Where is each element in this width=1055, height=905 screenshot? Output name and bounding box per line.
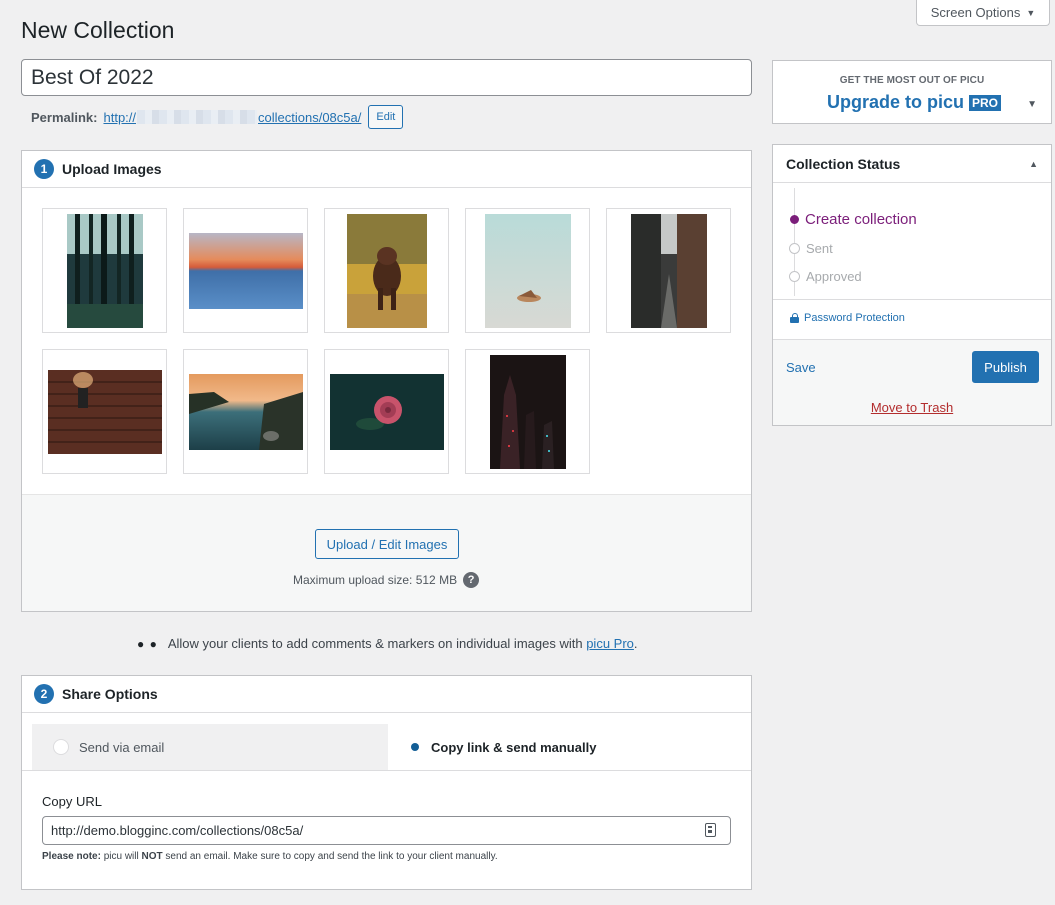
image-thumbnail[interactable] [324, 349, 449, 474]
upgrade-title-text: Upgrade to picu [827, 92, 965, 112]
rose-image [329, 373, 444, 450]
picu-pro-link[interactable]: picu Pro [586, 636, 634, 651]
password-protection-label: Password Protection [804, 312, 905, 324]
collection-title-input[interactable]: Best Of 2022 [21, 59, 752, 96]
share-body: Copy URL http://demo.blogginc.com/collec… [22, 770, 751, 889]
note-text-2: send an email. Make sure to copy and sen… [165, 851, 498, 862]
radio-checked-icon [411, 743, 419, 751]
collection-status-header[interactable]: Collection Status ▲ [773, 145, 1051, 183]
sunset-sea-image [188, 232, 303, 309]
image-thumbnail[interactable] [324, 208, 449, 333]
eyes-icon: ● ● [137, 636, 158, 651]
radio-unchecked-icon [53, 739, 69, 755]
step-number-badge: 2 [34, 684, 54, 704]
permalink-label: Permalink: [31, 109, 98, 125]
share-tabs: Send via email Copy link & send manually [32, 724, 741, 770]
share-note: Please note: picu will NOT send an email… [42, 851, 498, 862]
screen-options-button[interactable]: Screen Options ▼ [916, 0, 1050, 26]
step-label: Sent [806, 241, 833, 256]
upgrade-box[interactable]: GET THE MOST OUT OF PICU Upgrade to picu… [772, 60, 1052, 124]
upgrade-tagline: GET THE MOST OUT OF PICU [839, 75, 985, 86]
step-dot-icon [789, 243, 800, 254]
max-upload-size-text: Maximum upload size: 512 MB [293, 573, 458, 587]
step-dot-icon [790, 215, 799, 224]
bird-flying-image [484, 213, 571, 328]
pro-promo: ● ● Allow your clients to add comments &… [137, 636, 638, 651]
caret-up-icon[interactable]: ▲ [1029, 159, 1038, 169]
tab-copy-link[interactable]: Copy link & send manually [388, 724, 741, 770]
upload-footer: Upload / Edit Images Maximum upload size… [22, 494, 751, 611]
help-icon[interactable]: ? [463, 572, 480, 588]
lake-sunset-image [188, 373, 303, 450]
note-not: NOT [141, 851, 163, 862]
alley-image [630, 213, 707, 328]
clipboard-icon[interactable] [705, 823, 716, 837]
image-thumbnail[interactable] [183, 208, 308, 333]
lock-icon [790, 313, 799, 323]
image-thumbnail[interactable] [465, 208, 590, 333]
collection-status-title: Collection Status [786, 155, 901, 172]
publish-button[interactable]: Publish [972, 351, 1039, 383]
dog-running-image [346, 213, 427, 328]
share-options-header: 2 Share Options [22, 676, 751, 713]
upload-edit-images-button[interactable]: Upload / Edit Images [315, 529, 459, 559]
max-upload-size: Maximum upload size: 512 MB ? [293, 572, 480, 588]
copy-url-input[interactable]: http://demo.blogginc.com/collections/08c… [42, 816, 731, 845]
upload-images-title: Upload Images [62, 161, 162, 177]
step-approved: Approved [789, 269, 862, 284]
edit-permalink-button[interactable]: Edit [368, 105, 404, 129]
note-label: Please note: [42, 851, 101, 862]
share-options-box: 2 Share Options Send via email Copy link… [21, 675, 752, 890]
collection-status-box: Collection Status ▲ Create collection Se… [772, 144, 1052, 426]
tab-send-via-email[interactable]: Send via email [32, 724, 388, 770]
forest-image [66, 213, 143, 328]
note-text-1: picu will [103, 851, 139, 862]
status-steps: Create collection Sent Approved [773, 183, 1051, 300]
blurred-domain [137, 110, 258, 124]
pro-badge: PRO [969, 94, 1002, 111]
step-label: Approved [806, 269, 862, 284]
caret-down-icon: ▼ [1026, 7, 1036, 18]
promo-text: Allow your clients to add comments & mar… [167, 636, 583, 651]
upgrade-title[interactable]: Upgrade to picu PRO [827, 92, 1002, 113]
brick-wall-lamp-image [47, 369, 162, 454]
step-dot-icon [789, 271, 800, 282]
step-sent: Sent [789, 241, 833, 256]
copy-url-label: Copy URL [42, 794, 102, 809]
image-thumbnail[interactable] [183, 349, 308, 474]
image-thumbnail[interactable] [465, 349, 590, 474]
page-title: New Collection [21, 17, 175, 43]
share-options-title: Share Options [62, 686, 158, 702]
upload-images-header: 1 Upload Images [22, 151, 751, 188]
permalink-row: Permalink: http:// collections/08c5a/ Ed… [31, 105, 404, 129]
upload-images-box: 1 Upload Images Upload / Edit Images Max… [21, 150, 752, 612]
step-create-collection: Create collection [789, 211, 917, 228]
save-link[interactable]: Save [786, 360, 816, 375]
step-number-badge: 1 [34, 159, 54, 179]
caret-down-icon[interactable]: ▼ [1027, 99, 1037, 110]
image-thumbnail[interactable] [42, 208, 167, 333]
permalink-url-end: collections/08c5a/ [258, 109, 362, 125]
screen-options-label: Screen Options [930, 5, 1021, 20]
password-protection-link[interactable]: Password Protection [790, 312, 905, 324]
permalink-link[interactable]: http:// collections/08c5a/ [103, 110, 361, 125]
image-thumbnail[interactable] [42, 349, 167, 474]
tab-send-via-email-label: Send via email [79, 739, 165, 755]
promo-suffix: . [633, 636, 638, 651]
permalink-url-start: http:// [103, 109, 137, 125]
copy-url-value: http://demo.blogginc.com/collections/08c… [51, 823, 304, 838]
step-label: Create collection [805, 211, 917, 228]
move-to-trash-link[interactable]: Move to Trash [773, 400, 1051, 415]
status-actions: Save Publish Move to Trash [773, 339, 1051, 425]
image-thumbnail[interactable] [606, 208, 731, 333]
tab-copy-link-label: Copy link & send manually [431, 739, 597, 755]
skyscrapers-night-image [489, 354, 566, 469]
